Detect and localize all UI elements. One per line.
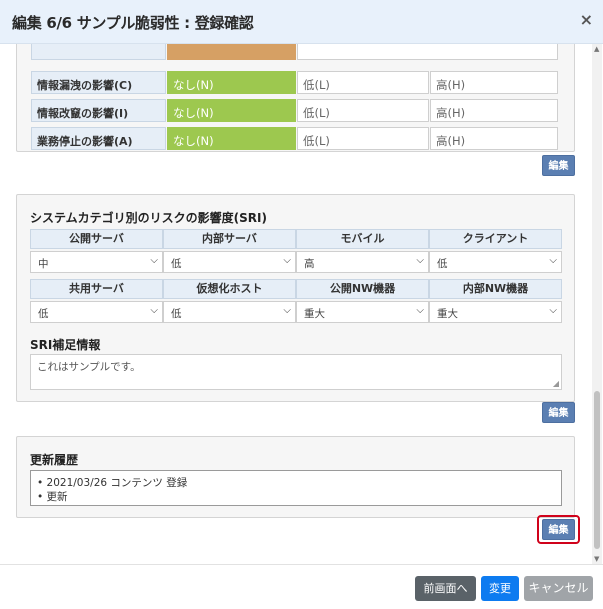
impact-edit-button[interactable]: 編集: [542, 155, 575, 176]
impact-label-i: 情報改竄の影響(I): [31, 99, 166, 122]
option-none-i[interactable]: なし(N): [167, 99, 296, 122]
impact-option[interactable]: [167, 44, 296, 60]
sri-panel: システムカテゴリ別のリスクの影響度(SRI) 公開サーバ 内部サーバ モバイル …: [16, 194, 575, 402]
resize-grip-icon[interactable]: ◢: [553, 379, 559, 388]
impact-panel: 情報漏洩の影響(C) なし(N) 低(L) 高(H) 情報改竄の影響(I) なし…: [16, 44, 575, 152]
scroll-up-icon[interactable]: ▲: [594, 45, 599, 53]
select-value: 高: [304, 258, 315, 270]
chevron-down-icon: ⌵: [283, 305, 291, 316]
option-high-c[interactable]: 高(H): [430, 71, 558, 94]
history-panel: 更新履歴 • 2021/03/26 コンテンツ 登録 • 更新: [16, 436, 575, 518]
scrollbar-thumb[interactable]: [594, 391, 600, 549]
dialog-footer: 前画面へ 変更 キャンセル: [0, 564, 603, 609]
sri-select-shared-server[interactable]: 低 ⌵: [30, 301, 163, 323]
history-edit-button[interactable]: 編集: [542, 519, 575, 540]
option-low-a[interactable]: 低(L): [297, 127, 429, 150]
select-value: 重大: [437, 308, 458, 320]
cancel-button[interactable]: キャンセル: [524, 576, 593, 601]
select-value: 中: [38, 258, 49, 270]
sri-header-shared-server: 共用サーバ: [30, 279, 163, 299]
dialog-title: 編集 6/6 サンプル脆弱性 : 登録確認: [12, 14, 254, 32]
chevron-down-icon: ⌵: [549, 305, 557, 316]
sri-header-internal-server: 内部サーバ: [163, 229, 296, 249]
chevron-down-icon: ⌵: [416, 305, 424, 316]
sri-title: システムカテゴリ別のリスクの影響度(SRI): [30, 211, 267, 225]
option-high-a[interactable]: 高(H): [430, 127, 558, 150]
sri-select-public-nw[interactable]: 重大 ⌵: [296, 301, 429, 323]
select-value: 低: [171, 308, 182, 320]
sri-header-virtual-host: 仮想化ホスト: [163, 279, 296, 299]
option-high-i[interactable]: 高(H): [430, 99, 558, 122]
chevron-down-icon: ⌵: [283, 255, 291, 266]
dialog-body: 情報漏洩の影響(C) なし(N) 低(L) 高(H) 情報改竄の影響(I) なし…: [0, 44, 603, 564]
select-value: 低: [437, 258, 448, 270]
option-none-c[interactable]: なし(N): [167, 71, 296, 94]
sri-header-public-server: 公開サーバ: [30, 229, 163, 249]
chevron-down-icon: ⌵: [549, 255, 557, 266]
option-low-c[interactable]: 低(L): [297, 71, 429, 94]
sri-select-client[interactable]: 低 ⌵: [429, 251, 562, 273]
vertical-scrollbar[interactable]: ▲ ▼: [592, 44, 602, 564]
option-none-a[interactable]: なし(N): [167, 127, 296, 150]
sri-select-public-server[interactable]: 中 ⌵: [30, 251, 163, 273]
chevron-down-icon: ⌵: [150, 305, 158, 316]
history-entry: • 更新: [37, 491, 68, 503]
sri-edit-button[interactable]: 編集: [542, 402, 575, 423]
chevron-down-icon: ⌵: [416, 255, 424, 266]
sri-select-virtual-host[interactable]: 低 ⌵: [163, 301, 296, 323]
sri-select-mobile[interactable]: 高 ⌵: [296, 251, 429, 273]
scroll-down-icon[interactable]: ▼: [594, 555, 599, 563]
impact-label-c: 情報漏洩の影響(C): [31, 71, 166, 94]
history-title: 更新履歴: [30, 453, 79, 467]
impact-option[interactable]: [297, 44, 558, 60]
select-value: 低: [38, 308, 49, 320]
sri-select-internal-nw[interactable]: 重大 ⌵: [429, 301, 562, 323]
impact-label: [31, 44, 166, 60]
sri-header-mobile: モバイル: [296, 229, 429, 249]
close-icon[interactable]: ×: [580, 10, 593, 29]
option-low-i[interactable]: 低(L): [297, 99, 429, 122]
sri-header-public-nw: 公開NW機器: [296, 279, 429, 299]
change-button[interactable]: 変更: [481, 576, 519, 601]
chevron-down-icon: ⌵: [150, 255, 158, 266]
sri-supplement-label: SRI補足情報: [30, 338, 101, 352]
sri-grid: 公開サーバ 内部サーバ モバイル クライアント 中 ⌵ 低 ⌵ 高 ⌵ 低 ⌵ 共用サー…: [30, 229, 562, 339]
select-value: 重大: [304, 308, 325, 320]
select-value: 低: [171, 258, 182, 270]
sri-header-internal-nw: 内部NW機器: [429, 279, 562, 299]
textarea-value: これはサンプルです。: [37, 361, 141, 373]
dialog-header: 編集 6/6 サンプル脆弱性 : 登録確認 ×: [0, 0, 603, 44]
history-entry: • 2021/03/26 コンテンツ 登録: [37, 477, 188, 489]
sri-supplement-textarea[interactable]: これはサンプルです。 ◢: [30, 354, 562, 390]
sri-select-internal-server[interactable]: 低 ⌵: [163, 251, 296, 273]
back-button[interactable]: 前画面へ: [415, 576, 476, 601]
sri-header-client: クライアント: [429, 229, 562, 249]
impact-label-a: 業務停止の影響(A): [31, 127, 166, 150]
history-list: • 2021/03/26 コンテンツ 登録 • 更新: [30, 470, 562, 506]
